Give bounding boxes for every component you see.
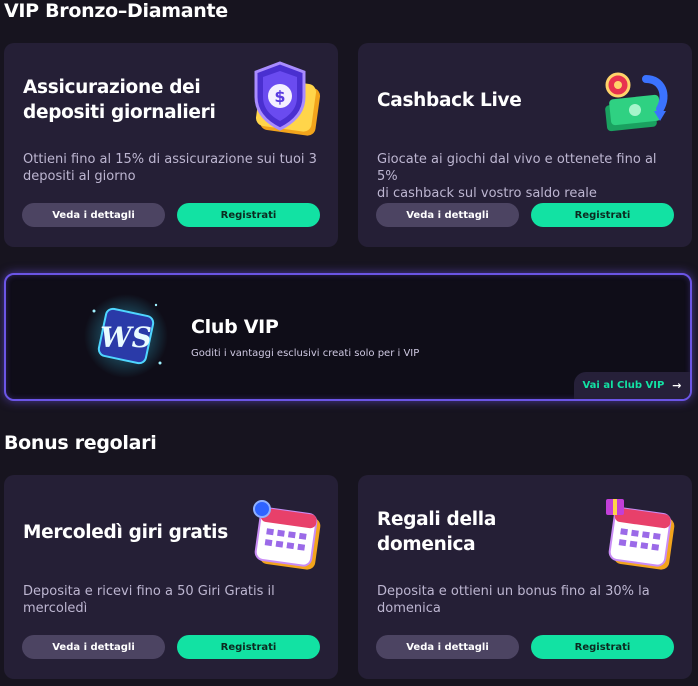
svg-text:WS: WS xyxy=(100,321,152,354)
register-button[interactable]: Registrati xyxy=(531,635,674,659)
vip-club-link[interactable]: Vai al Club VIP → xyxy=(574,372,690,399)
card-title: Assicurazione dei depositi giornalieri xyxy=(23,77,216,123)
details-button[interactable]: Veda i dettagli xyxy=(22,635,165,659)
register-button[interactable]: Registrati xyxy=(531,203,674,227)
vip-club-title: Club VIP xyxy=(191,316,279,338)
details-button[interactable]: Veda i dettagli xyxy=(376,635,519,659)
card-title: Mercoledì giri gratis xyxy=(23,522,228,543)
vip-club-subtitle: Goditi i vantaggi esclusivi creati solo … xyxy=(191,348,420,359)
promo-card-deposit-insurance: Assicurazione dei depositi giornalieri O… xyxy=(4,43,338,247)
vip-club-link-label: Vai al Club VIP xyxy=(582,380,665,391)
card-description: Deposita e ricevi fino a 50 Giri Gratis … xyxy=(23,584,275,616)
ws-logo-icon: WS xyxy=(84,294,168,378)
register-button[interactable]: Registrati xyxy=(177,203,320,227)
calendar-spins-icon xyxy=(253,500,321,570)
details-button[interactable]: Veda i dettagli xyxy=(22,203,165,227)
promo-card-sunday-gifts: Regali della domenica Deposita e ottieni… xyxy=(358,475,692,679)
svg-text:$: $ xyxy=(274,87,285,106)
card-description: Deposita e ottieni un bonus fino al 30% … xyxy=(377,584,650,616)
cashback-money-icon xyxy=(605,72,668,132)
card-title: Regali della domenica xyxy=(377,509,496,555)
section-heading-vip: VIP Bronzo–Diamante xyxy=(4,0,228,22)
details-button[interactable]: Veda i dettagli xyxy=(376,203,519,227)
arrow-right-icon: → xyxy=(672,379,682,392)
card-description: Giocate ai giochi dal vivo e ottenete fi… xyxy=(377,152,657,201)
section-heading-regular: Bonus regolari xyxy=(4,432,157,454)
vip-club-banner[interactable]: WS Club VIP Goditi i vantaggi esclusivi … xyxy=(4,273,692,401)
shield-dollar-icon: $ xyxy=(254,61,321,136)
promo-card-cashback-live: Cashback Live Giocate ai giochi dal vivo… xyxy=(358,43,692,247)
register-button[interactable]: Registrati xyxy=(177,635,320,659)
calendar-gift-icon xyxy=(606,499,675,570)
card-description: Ottieni fino al 15% di assicurazione sui… xyxy=(23,152,317,184)
card-title: Cashback Live xyxy=(377,90,522,111)
promo-card-wednesday-spins: Mercoledì giri gratis Deposita e ricevi … xyxy=(4,475,338,679)
